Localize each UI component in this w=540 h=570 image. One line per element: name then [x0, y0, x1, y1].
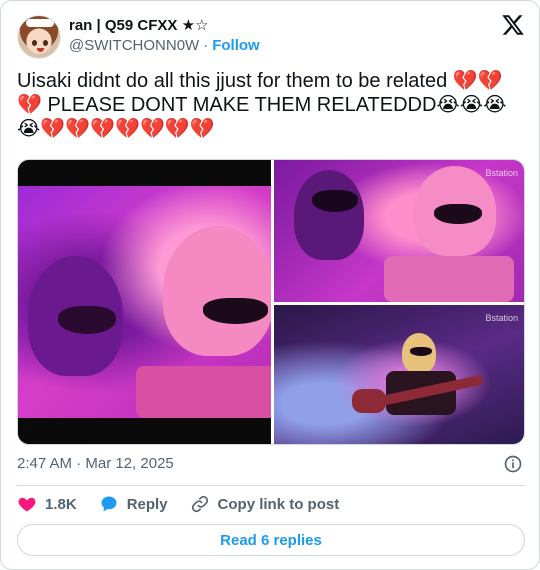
- media-image-2[interactable]: Bstation: [274, 160, 524, 302]
- info-icon[interactable]: [503, 454, 523, 474]
- copy-link-button[interactable]: Copy link to post: [190, 494, 340, 514]
- read-replies-button[interactable]: Read 6 replies: [17, 524, 525, 556]
- tweet-card: ran | Q59 CFXX ★☆ @SWITCHONN0W · Follow Ui…: [0, 0, 540, 570]
- media-image-1[interactable]: [18, 160, 271, 444]
- reply-label: Reply: [126, 495, 168, 513]
- author-display-name[interactable]: ran | Q59 CFXX ★☆: [69, 17, 260, 35]
- separator-dot: ·: [203, 37, 209, 54]
- tweet-header: ran | Q59 CFXX ★☆ @SWITCHONN0W · Follow: [17, 13, 525, 59]
- media-image-3[interactable]: Bstation: [274, 305, 524, 444]
- divider: [17, 485, 525, 486]
- x-logo-icon[interactable]: [501, 13, 525, 37]
- tweet-text: Uisaki didnt do all this jjust for them …: [17, 70, 507, 140]
- tweet-timestamp[interactable]: 2:47 AM · Mar 12, 2025: [17, 454, 174, 474]
- likes-count: 1.8K: [45, 495, 77, 513]
- heart-icon: [18, 497, 36, 512]
- watermark-text: Bstation: [485, 168, 518, 178]
- author-handle[interactable]: @SWITCHONN0W: [69, 37, 199, 54]
- link-icon: [191, 495, 208, 513]
- watermark-text: Bstation: [485, 313, 518, 323]
- reply-button[interactable]: Reply: [99, 494, 168, 514]
- media-grid: Bstation Bstation: [17, 159, 525, 445]
- action-bar: 1.8K Reply Copy link to post: [17, 492, 361, 516]
- author-block: ran | Q59 CFXX ★☆ @SWITCHONN0W · Follow: [69, 17, 260, 56]
- avatar[interactable]: [17, 15, 61, 59]
- like-button[interactable]: 1.8K: [17, 494, 77, 514]
- handle-row: @SWITCHONN0W · Follow: [69, 36, 260, 56]
- reply-bubble-icon: [101, 496, 117, 512]
- copy-link-label: Copy link to post: [217, 495, 340, 513]
- follow-button[interactable]: Follow: [212, 37, 260, 54]
